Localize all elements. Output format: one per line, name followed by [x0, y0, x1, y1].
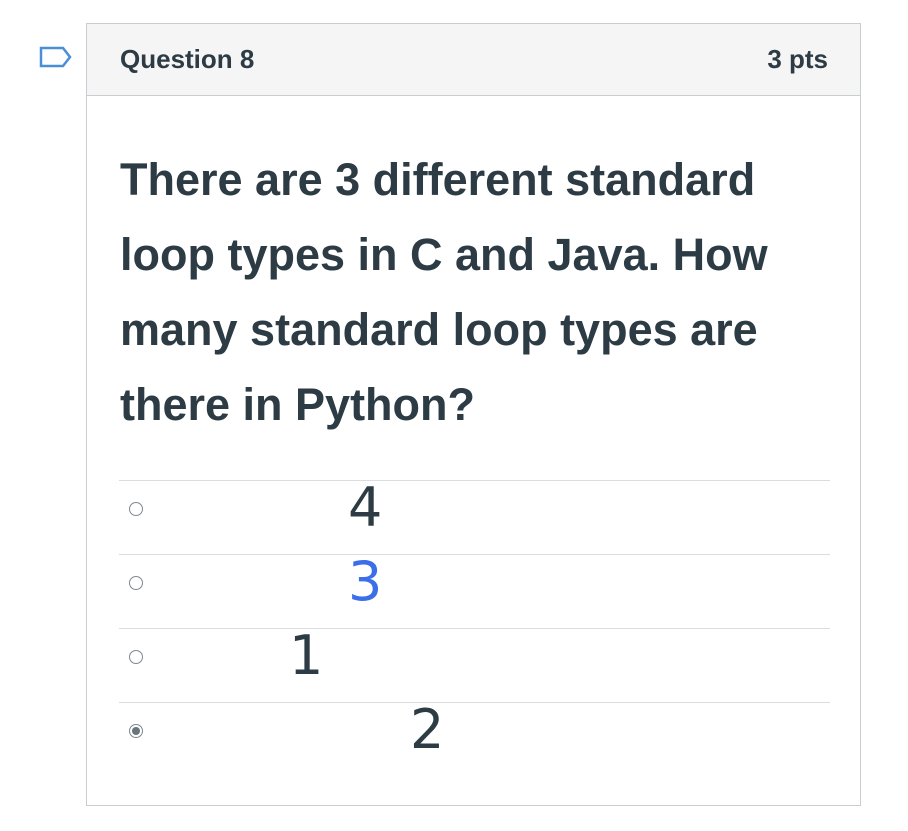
- answer-option[interactable]: 1: [119, 626, 830, 702]
- question-title: Question 8: [120, 44, 255, 74]
- question-header: Question 8 3 pts: [87, 24, 860, 96]
- answer-label[interactable]: 2: [410, 700, 444, 760]
- radio-button[interactable]: [129, 724, 143, 738]
- radio-button[interactable]: [129, 650, 143, 664]
- radio-button[interactable]: [129, 502, 143, 516]
- answer-option[interactable]: 2: [119, 700, 830, 776]
- answer-label[interactable]: 1: [289, 626, 323, 686]
- question-card: Question 8 3 pts There are 3 different s…: [86, 23, 861, 806]
- answer-option[interactable]: 4: [119, 478, 830, 554]
- answer-list: 4 3 1 2: [119, 478, 830, 776]
- answer-label[interactable]: 3: [348, 552, 382, 612]
- question-points: 3 pts: [767, 44, 828, 74]
- radio-button[interactable]: [129, 576, 143, 590]
- question-text: There are 3 different standard loop type…: [120, 154, 768, 430]
- answer-label[interactable]: 4: [348, 478, 382, 538]
- bookmark-flag-icon[interactable]: [39, 46, 73, 68]
- answer-option[interactable]: 3: [119, 552, 830, 628]
